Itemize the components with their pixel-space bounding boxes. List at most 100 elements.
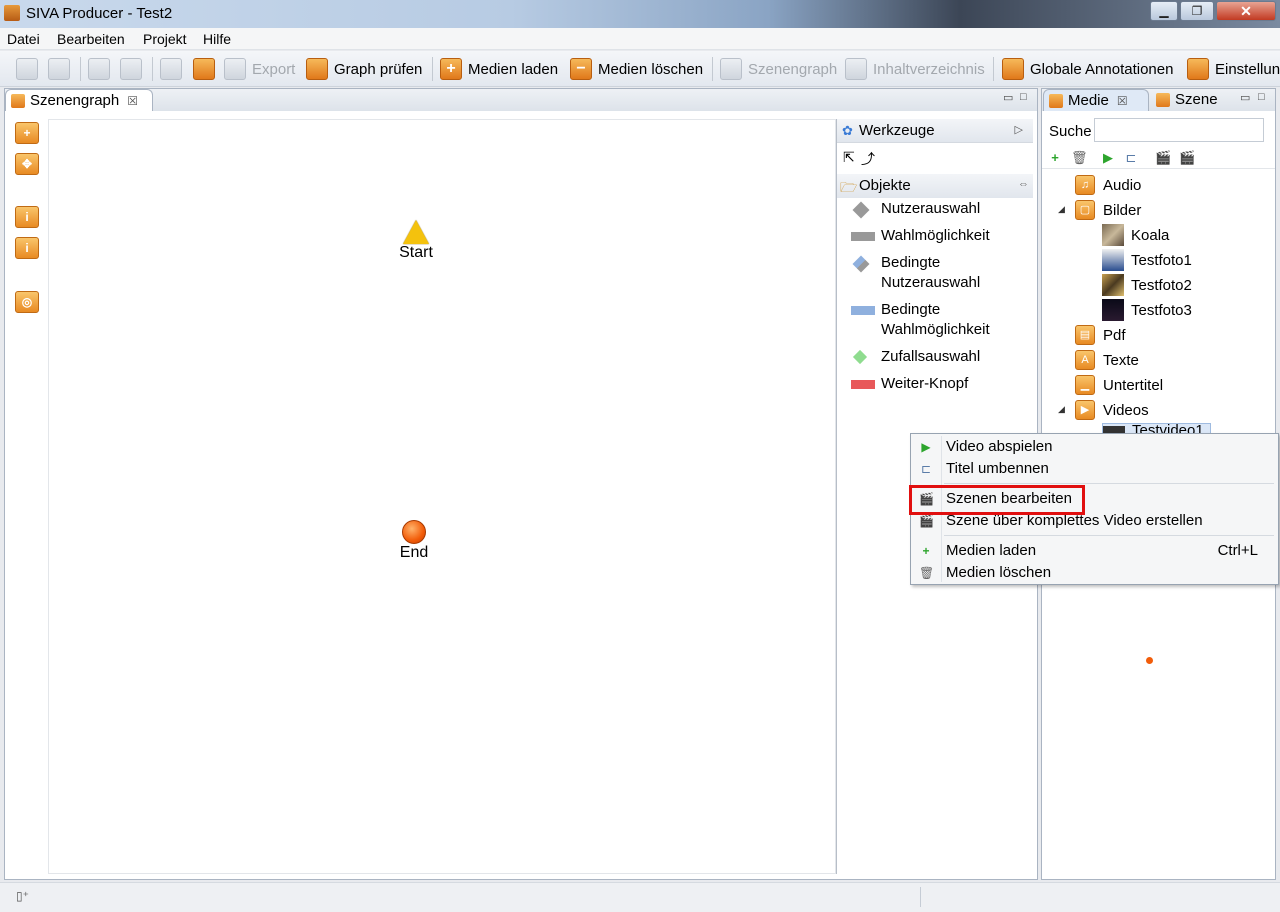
tree-bilder[interactable]: ▢ Bilder [1075, 198, 1141, 222]
add-node-icon[interactable]: + [15, 122, 39, 144]
play-icon[interactable]: ▶ [1101, 151, 1115, 165]
maximize-button[interactable]: ❐ [1180, 1, 1214, 21]
rename-icon[interactable]: ⊏ [1124, 151, 1138, 165]
tab-medien-label: Medie [1068, 92, 1109, 109]
triangle-icon [403, 220, 429, 244]
select-tool-icon[interactable]: ⇱ [843, 149, 855, 166]
new-icon [16, 58, 38, 80]
tab-szenengraph[interactable]: Szenengraph ☒ [5, 89, 153, 111]
trash-icon: 🗑 [919, 566, 935, 580]
palette-item-wahlmoeglichkeit[interactable]: Wahlmöglichkeit [851, 226, 990, 246]
graph-pruefen-button[interactable]: Graph prüfen [306, 57, 422, 81]
tree-testfoto3[interactable]: Testfoto3 [1102, 298, 1192, 322]
conditional-rectangle-icon [851, 306, 875, 315]
export-button[interactable]: Export [224, 57, 295, 81]
menu-video-abspielen[interactable]: ▶ Video abspielen [911, 436, 1278, 458]
button-rectangle-icon [851, 380, 875, 389]
move-node-icon[interactable]: ✥ [15, 153, 39, 175]
graph-check-icon [306, 58, 328, 80]
palette-objekte-header[interactable]: 🗁 Objekte ⇔ [837, 174, 1033, 198]
tree-videos[interactable]: ▶ Videos [1075, 398, 1149, 422]
palette-item-bedingte-nutzerauswahl[interactable]: Bedingte Nutzerauswahl [851, 253, 1031, 293]
connection-tool-icon[interactable]: ⤴ [861, 149, 875, 169]
medien-laden-button[interactable]: + Medien laden [440, 57, 558, 81]
palette-item-weiter-knopf[interactable]: Weiter-Knopf [851, 374, 968, 394]
annotation-icon [1002, 58, 1024, 80]
trash-icon[interactable]: 🗑 [1071, 151, 1088, 165]
testfoto1-thumbnail-icon [1102, 249, 1124, 271]
tree-label: Koala [1131, 226, 1170, 244]
einstellungen-button[interactable]: Einstellung [1187, 57, 1280, 81]
tree-testfoto2[interactable]: Testfoto2 [1102, 273, 1192, 297]
close-icon[interactable]: ☒ [1117, 94, 1128, 108]
tree-texte[interactable]: A Texte [1075, 348, 1139, 372]
tree-label: Audio [1103, 176, 1142, 194]
image-icon: ▢ [1075, 200, 1095, 220]
audio-icon: ♫ [1075, 175, 1095, 195]
clapper-icon[interactable]: 🎬 [1155, 151, 1171, 165]
expanded-icon[interactable]: ◢ [1058, 404, 1065, 415]
menu-projekt[interactable]: Projekt [143, 31, 187, 47]
tree-testfoto1[interactable]: Testfoto1 [1102, 248, 1192, 272]
tree-audio[interactable]: ♫ Audio [1075, 173, 1141, 197]
expanded-icon[interactable]: ◢ [1058, 204, 1065, 215]
collapse-icon[interactable]: ⇔ [1018, 178, 1029, 190]
search-input[interactable] [1094, 118, 1264, 142]
maximize-view-icon[interactable]: □ [1258, 91, 1265, 103]
palette-werkzeuge-header[interactable]: ✿ Werkzeuge ▷ [837, 119, 1033, 143]
start-node[interactable]: Start [396, 220, 436, 262]
end-node[interactable]: End [394, 520, 434, 562]
add-info-icon[interactable]: i [15, 206, 39, 228]
title-bar: SIVA Producer - Test2 ▁ ❐ ✕ [0, 0, 1280, 28]
minimize-view-icon[interactable]: ▭ [1240, 91, 1250, 104]
triangle-right-icon[interactable]: ▷ [1015, 123, 1023, 136]
annotation-tool-icon[interactable]: ◎ [15, 291, 39, 313]
menu-hilfe[interactable]: Hilfe [203, 31, 231, 47]
start-node-label: Start [399, 244, 433, 261]
minimize-button[interactable]: ▁ [1150, 1, 1178, 21]
szenengraph-button[interactable]: Szenengraph [720, 57, 837, 81]
menu-item-label: Medien löschen [946, 564, 1052, 581]
menu-titel-umbennen[interactable]: ⊏ Titel umbennen [911, 458, 1278, 480]
menu-medien-laden[interactable]: + Medien laden Ctrl+L [911, 540, 1278, 562]
undo-button[interactable] [88, 57, 116, 81]
tab-medien[interactable]: Medie ☒ [1043, 89, 1149, 111]
tree-koala[interactable]: Koala [1102, 223, 1169, 247]
menu-bar: Datei Bearbeiten Projekt Hilfe [0, 28, 1280, 50]
graph-canvas[interactable]: Start End [48, 119, 836, 874]
rename-icon: ⊏ [920, 462, 932, 476]
video-icon: ▶ [1075, 400, 1095, 420]
close-button[interactable]: ✕ [1216, 1, 1276, 21]
palette-item-zufallsauswahl[interactable]: Zufallsauswahl [851, 347, 980, 367]
info-list-icon[interactable]: i [15, 237, 39, 259]
minimize-view-icon[interactable]: ▭ [1003, 91, 1013, 104]
redo-icon [120, 58, 142, 80]
palette-item-bedingte-wahlmoeglichkeit[interactable]: Bedingte Wahlmöglichkeit [851, 300, 1031, 340]
new-button[interactable] [16, 57, 44, 81]
palette-item-label: Bedingte Nutzerauswahl [881, 254, 981, 291]
globale-annotationen-button[interactable]: Globale Annotationen [1002, 57, 1173, 81]
add-icon[interactable]: + [1048, 151, 1062, 165]
window-title: SIVA Producer - Test2 [26, 5, 173, 22]
menu-medien-loeschen[interactable]: 🗑 Medien löschen [911, 562, 1278, 584]
tree-pdf[interactable]: ▤ Pdf [1075, 323, 1126, 347]
tree-label: Testfoto1 [1131, 251, 1192, 269]
inhaltverzeichnis-button[interactable]: Inhaltverzeichnis [845, 57, 985, 81]
palette-item-nutzerauswahl[interactable]: Nutzerauswahl [851, 199, 980, 219]
tab-szene[interactable]: Szene [1151, 89, 1233, 111]
clapper-full-icon[interactable]: 🎬 [1179, 151, 1195, 165]
save-icon [160, 58, 182, 80]
export-settings-button[interactable] [193, 57, 221, 81]
redo-button[interactable] [120, 57, 148, 81]
save-all-button[interactable] [48, 57, 76, 81]
medien-loeschen-button[interactable]: − Medien löschen [570, 57, 703, 81]
fast-view-icon[interactable]: ▯⁺ [16, 889, 29, 903]
close-icon[interactable]: ☒ [127, 94, 138, 108]
maximize-view-icon[interactable]: □ [1020, 91, 1027, 103]
menu-bearbeiten[interactable]: Bearbeiten [57, 31, 125, 47]
media-toolbar: + 🗑 ▶ ⊏ 🎬 🎬 [1042, 147, 1275, 169]
palette-item-label: Weiter-Knopf [881, 375, 969, 392]
save-button[interactable] [160, 57, 188, 81]
menu-datei[interactable]: Datei [7, 31, 40, 47]
tree-untertitel[interactable]: ▁ Untertitel [1075, 373, 1163, 397]
